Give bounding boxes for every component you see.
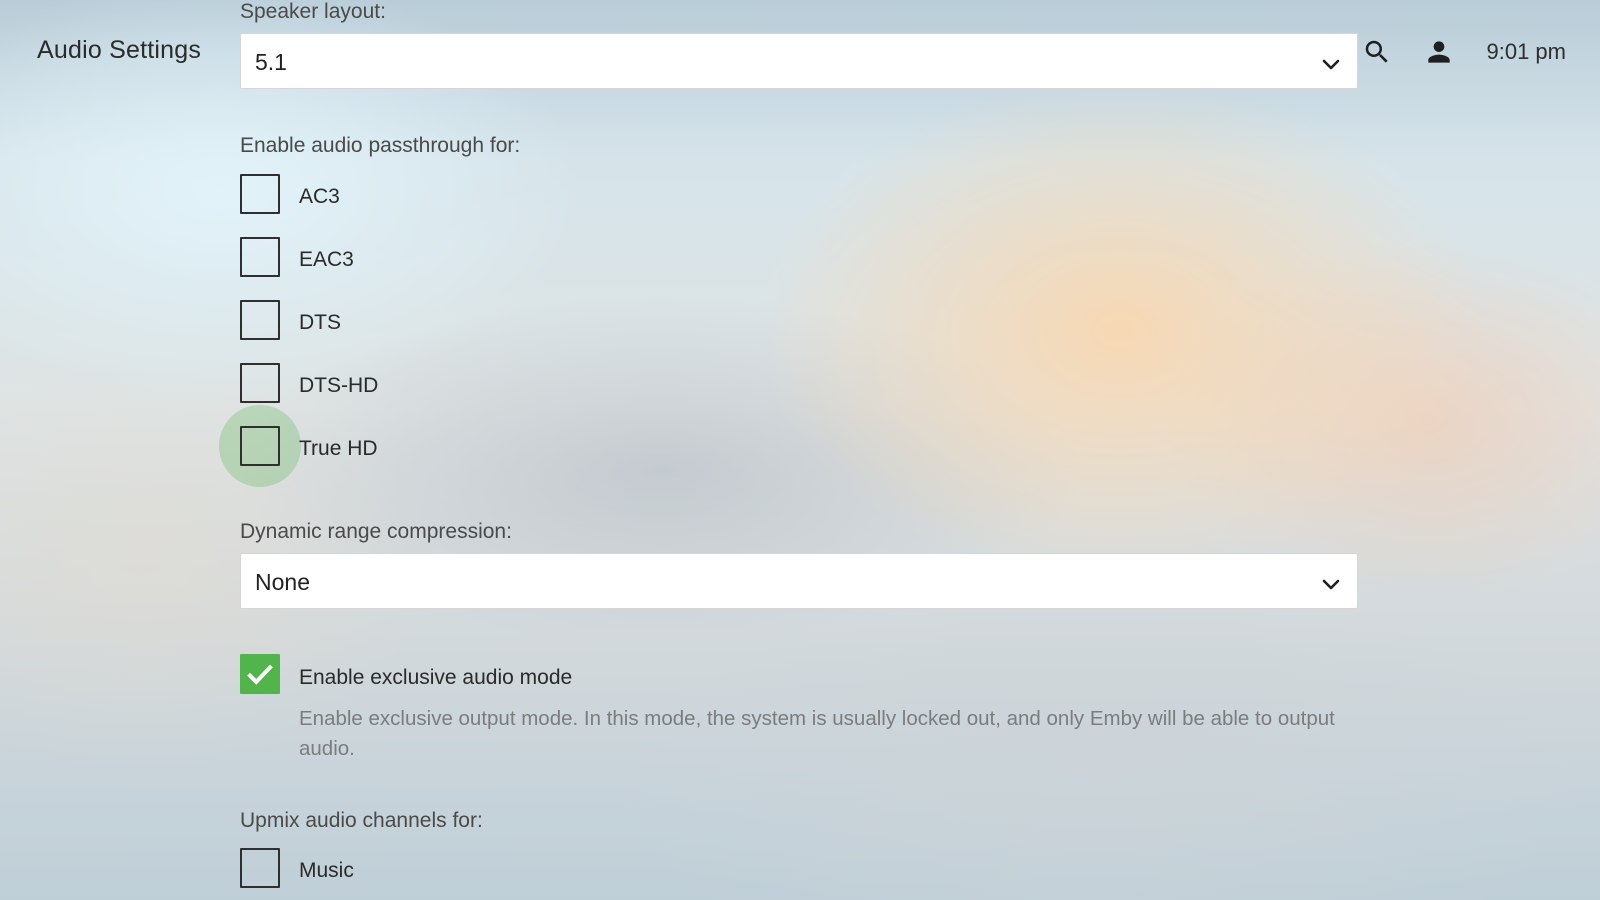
- passthrough-label: Enable audio passthrough for:: [240, 134, 521, 157]
- passthrough-checkbox-true-hd[interactable]: True HD: [219, 405, 940, 487]
- checkbox-box[interactable]: [240, 300, 280, 340]
- user-icon: [1427, 41, 1450, 63]
- chevron-down-icon: [1322, 579, 1340, 590]
- passthrough-checkbox-eac3[interactable]: EAC3: [240, 237, 940, 281]
- checkbox-box[interactable]: [240, 237, 280, 277]
- speaker-layout-label: Speaker layout:: [240, 0, 386, 23]
- checkbox-box[interactable]: [240, 363, 280, 403]
- checkbox-box[interactable]: [240, 174, 280, 214]
- passthrough-checkbox-dts[interactable]: DTS: [240, 300, 940, 344]
- checkbox-label: DTS-HD: [299, 374, 379, 397]
- checkbox-box-checked[interactable]: [240, 654, 280, 694]
- passthrough-checkbox-dts-hd[interactable]: DTS-HD: [240, 363, 940, 407]
- drc-value: None: [255, 569, 310, 595]
- speaker-layout-value: 5.1: [255, 49, 287, 75]
- checkbox-label: Enable exclusive audio mode: [299, 666, 573, 689]
- clock: 9:01 pm: [1486, 39, 1567, 64]
- checkbox-label: True HD: [299, 437, 378, 460]
- checkbox-label: AC3: [299, 185, 340, 208]
- exclusive-mode-description: Enable exclusive output mode. In this mo…: [299, 707, 1335, 760]
- user-button[interactable]: [1417, 30, 1461, 74]
- speaker-layout-select[interactable]: 5.1: [240, 33, 1358, 89]
- upmix-checkbox-music[interactable]: Music: [240, 848, 940, 892]
- checkmark-icon: [247, 664, 273, 685]
- header-actions: 9:01 pm: [1355, 30, 1567, 74]
- checkbox-label: DTS: [299, 311, 341, 334]
- search-icon: [1365, 40, 1388, 63]
- checkbox-box[interactable]: [240, 426, 280, 466]
- upmix-label: Upmix audio channels for:: [240, 809, 483, 832]
- chevron-down-icon: [1322, 59, 1340, 70]
- checkbox-label: Music: [299, 859, 354, 882]
- search-button[interactable]: [1355, 30, 1399, 74]
- drc-select[interactable]: None: [240, 553, 1358, 609]
- passthrough-checkbox-ac3[interactable]: AC3: [240, 174, 940, 218]
- page-title: Audio Settings: [37, 36, 202, 64]
- drc-label: Dynamic range compression:: [240, 520, 512, 543]
- checkbox-label: EAC3: [299, 248, 354, 271]
- exclusive-mode-checkbox[interactable]: Enable exclusive audio mode Enable exclu…: [240, 654, 1360, 764]
- checkbox-box[interactable]: [240, 848, 280, 888]
